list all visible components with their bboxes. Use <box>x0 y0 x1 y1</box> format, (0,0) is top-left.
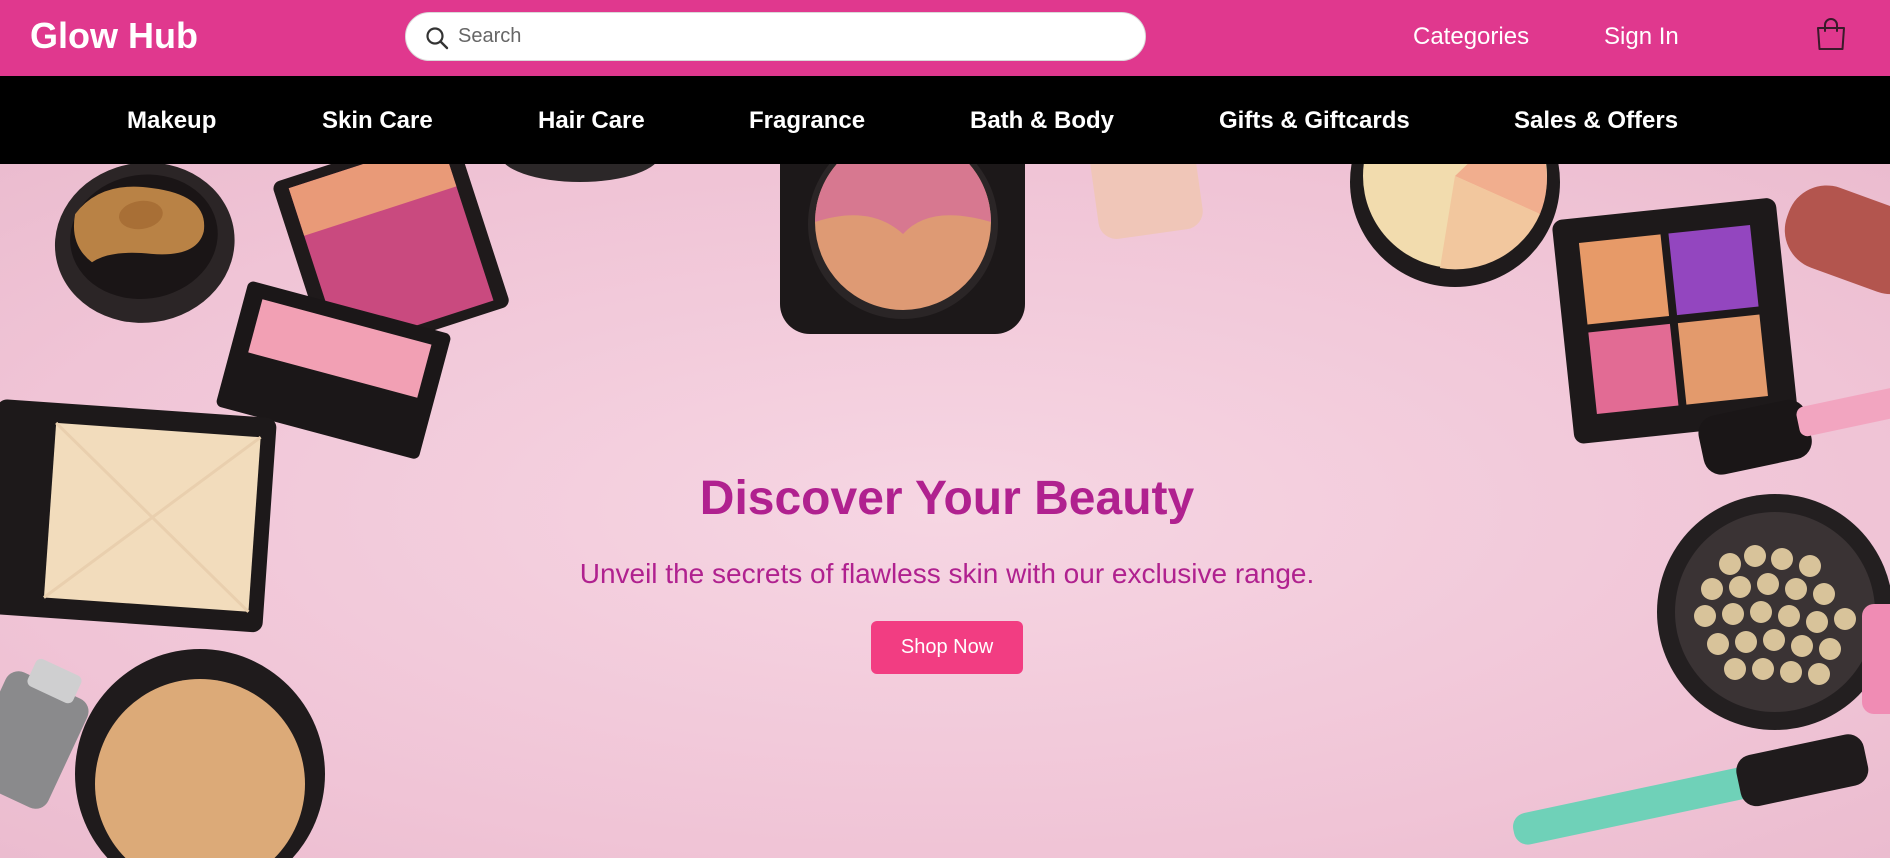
eyeshadow-compact <box>54 164 235 323</box>
top-header: Glow Hub Categories Sign In <box>0 0 1890 76</box>
search-bar[interactable] <box>405 12 1146 61</box>
site-logo[interactable]: Glow Hub <box>30 14 198 58</box>
nav-item-makeup[interactable]: Makeup <box>127 106 216 136</box>
search-icon <box>426 27 449 50</box>
nav-item-bath-body[interactable]: Bath & Body <box>970 106 1114 136</box>
shop-now-button[interactable]: Shop Now <box>871 621 1023 674</box>
nav-item-hair-care[interactable]: Hair Care <box>538 106 645 136</box>
sign-in-link[interactable]: Sign In <box>1604 22 1679 52</box>
category-nav: Makeup Skin Care Hair Care Fragrance Bat… <box>0 76 1890 164</box>
categories-link[interactable]: Categories <box>1413 22 1529 52</box>
nav-item-gifts-giftcards[interactable]: Gifts & Giftcards <box>1219 106 1410 136</box>
search-input[interactable] <box>458 13 1128 60</box>
hero-title: Discover Your Beauty <box>699 472 1195 525</box>
shopping-bag-icon[interactable] <box>1815 17 1847 51</box>
nav-item-skin-care[interactable]: Skin Care <box>322 106 433 136</box>
nav-item-fragrance[interactable]: Fragrance <box>749 106 865 136</box>
hero-banner: Discover Your Beauty Unveil the secrets … <box>0 164 1890 858</box>
hero-subtitle: Unveil the secrets of flawless skin with… <box>579 558 1315 589</box>
nav-item-sales-offers[interactable]: Sales & Offers <box>1514 106 1678 136</box>
